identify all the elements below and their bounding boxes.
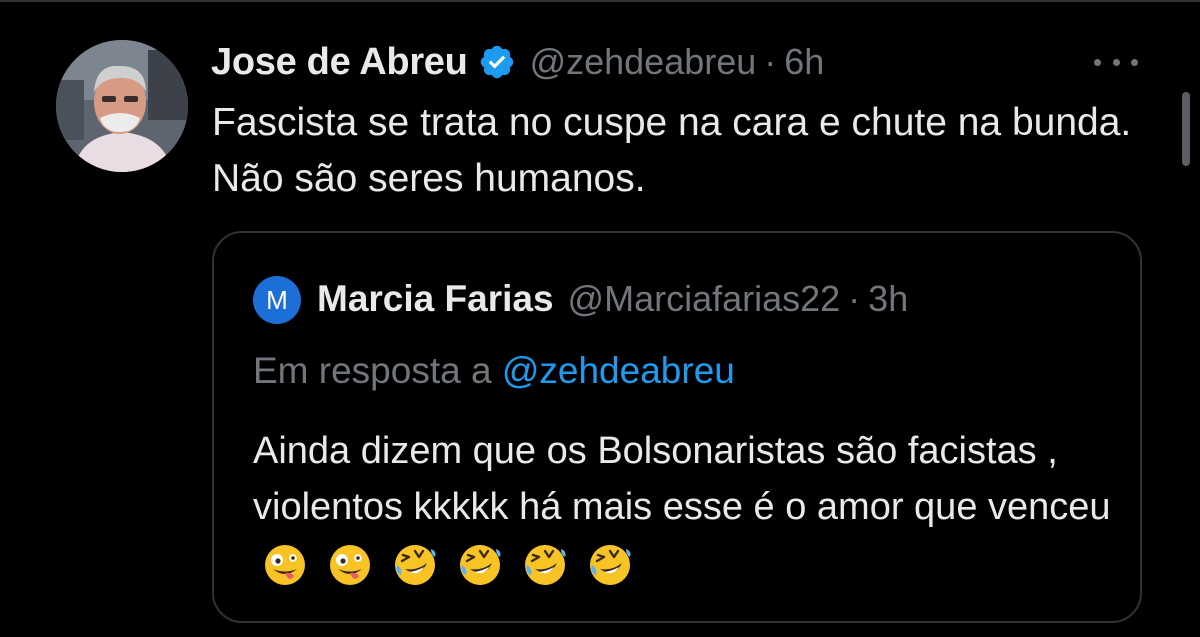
scrollbar-thumb[interactable] xyxy=(1182,92,1190,166)
quoted-separator-dot: · xyxy=(848,278,861,319)
quoted-tweet-text: Ainda dizem que os Bolsonaristas são fac… xyxy=(253,423,1123,591)
rolling-laughing-emoji-icon xyxy=(525,544,566,585)
zany-face-emoji-icon xyxy=(330,544,370,585)
tweet-header: Jose de Abreu @zehdeabreu · 6h xyxy=(211,38,824,86)
reply-context: Em resposta a @zehdeabreu xyxy=(253,350,735,392)
quoted-author-handle[interactable]: @Marciafarias22 xyxy=(568,278,841,320)
rolling-laughing-emoji-icon xyxy=(590,544,631,585)
quoted-avatar-letter: M xyxy=(266,284,288,315)
separator-dot: · xyxy=(764,41,777,82)
rolling-laughing-emoji-icon xyxy=(395,544,436,585)
author-display-name[interactable]: Jose de Abreu xyxy=(211,41,468,84)
reply-mention-link[interactable]: @zehdeabreu xyxy=(502,350,735,391)
quoted-tweet-timestamp[interactable]: 3h xyxy=(868,278,908,320)
more-options-icon[interactable] xyxy=(1094,52,1138,72)
top-divider xyxy=(0,0,1200,2)
quoted-tweet-body: Ainda dizem que os Bolsonaristas são fac… xyxy=(253,430,1111,528)
verified-badge-icon[interactable] xyxy=(478,43,516,81)
author-avatar[interactable] xyxy=(56,40,188,172)
zany-face-emoji-icon xyxy=(265,544,305,585)
tweet-text: Fascista se trata no cuspe na cara e chu… xyxy=(212,101,1132,200)
author-handle[interactable]: @zehdeabreu xyxy=(530,41,757,83)
emoji-row xyxy=(263,543,653,587)
tweet-timestamp[interactable]: 6h xyxy=(784,41,824,83)
rolling-laughing-emoji-icon xyxy=(460,544,501,585)
quoted-author-display-name[interactable]: Marcia Farias xyxy=(317,278,554,320)
quoted-tweet-header: Marcia Farias @Marciafarias22 · 3h xyxy=(317,274,908,324)
tweet-view: Jose de Abreu @zehdeabreu · 6h Fascista … xyxy=(0,0,1200,637)
reply-prefix: Em resposta a xyxy=(253,350,492,391)
quoted-author-avatar[interactable]: M xyxy=(253,276,301,324)
